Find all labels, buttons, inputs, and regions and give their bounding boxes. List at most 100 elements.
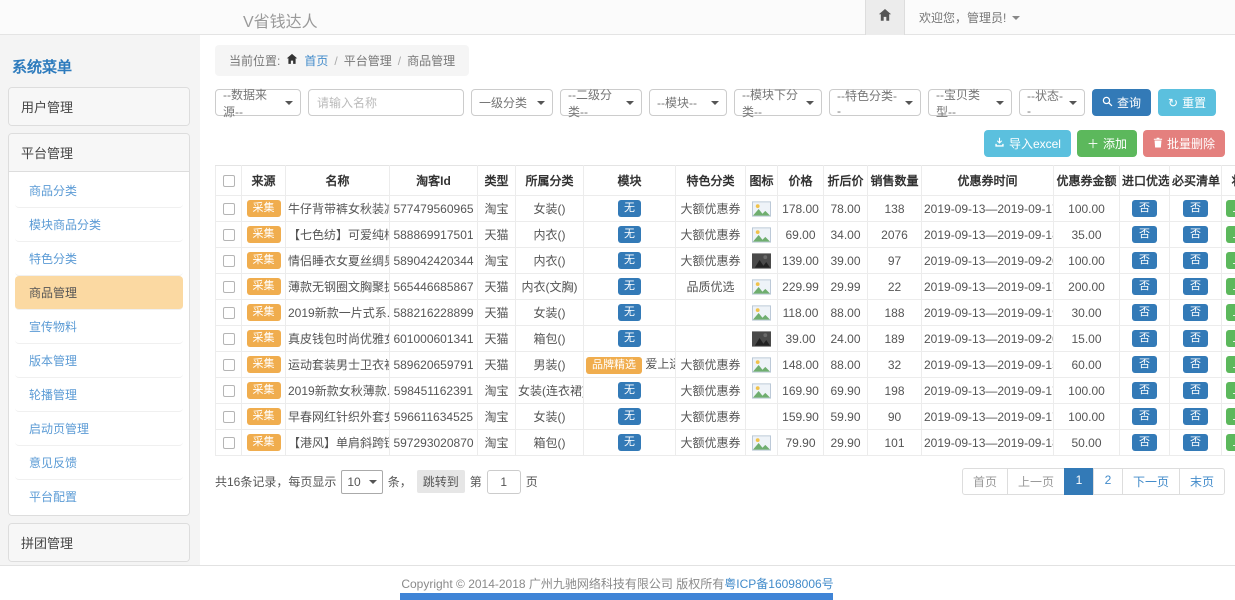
sidebar-item[interactable]: 模块商品分类 [15,208,183,242]
status-toggle[interactable]: 上架 [1226,330,1235,347]
import-select-toggle[interactable]: 否 [1132,200,1157,217]
status-toggle[interactable]: 上架 [1226,226,1235,243]
must-buy-toggle[interactable]: 否 [1183,408,1208,425]
header-right: 欢迎您，管理员! [865,0,1235,35]
jump-page-input[interactable] [487,470,521,494]
sidebar-item[interactable]: 商品分类 [15,174,183,208]
filter-select-8[interactable]: --状态-- [1019,89,1085,116]
sidebar-item[interactable]: 启动页管理 [15,412,183,446]
discount-price: 29.90 [824,430,868,456]
feature-category: 大额优惠券 [676,430,746,456]
sidebar-item-active[interactable]: 商品管理 [15,276,183,310]
page-button-1[interactable]: 1 [1064,468,1094,495]
filter-select-6[interactable]: --特色分类-- [829,89,921,116]
filter-select-value: --特色分类-- [837,87,899,118]
status-toggle[interactable]: 上架 [1226,434,1235,451]
must-buy-toggle[interactable]: 否 [1183,200,1208,217]
batch-delete-button[interactable]: 批量删除 [1143,130,1225,157]
jump-button[interactable]: 跳转到 [417,470,465,493]
page-size-select[interactable]: 10 [341,470,382,494]
row-select-cell [216,326,242,352]
add-button[interactable]: ＋ 添加 [1077,130,1137,157]
status-toggle[interactable]: 上架 [1226,200,1235,217]
module-cell: 无 [584,248,676,274]
import-select-toggle[interactable]: 否 [1132,434,1157,451]
user-menu[interactable]: 欢迎您，管理员! [905,9,1235,26]
row-checkbox[interactable] [223,229,235,241]
page-button-首页[interactable]: 首页 [962,468,1008,495]
row-checkbox[interactable] [223,281,235,293]
status-toggle[interactable]: 上架 [1226,356,1235,373]
status-toggle[interactable]: 上架 [1226,278,1235,295]
filter-select-4[interactable]: --模块-- [649,89,727,116]
filter-select-2[interactable]: 一级分类 [471,89,553,116]
status-toggle[interactable]: 上架 [1226,252,1235,269]
import-select-toggle[interactable]: 否 [1132,252,1157,269]
sidebar-item[interactable]: 轮播管理 [15,378,183,412]
row-checkbox[interactable] [223,411,235,423]
row-checkbox[interactable] [223,333,235,345]
must-buy-toggle[interactable]: 否 [1183,434,1208,451]
page-button-末页[interactable]: 末页 [1179,468,1225,495]
row-checkbox[interactable] [223,307,235,319]
column-header-2: 淘客Id [390,166,478,196]
coupon-amount: 100.00 [1054,378,1120,404]
must-buy-toggle[interactable]: 否 [1183,304,1208,321]
must-buy-toggle[interactable]: 否 [1183,356,1208,373]
column-header-8: 价格 [778,166,824,196]
page-button-下一页[interactable]: 下一页 [1122,468,1180,495]
row-checkbox[interactable] [223,255,235,267]
sidebar-item[interactable]: 意见反馈 [15,446,183,480]
must-buy-toggle[interactable]: 否 [1183,330,1208,347]
import-select-toggle[interactable]: 否 [1132,278,1157,295]
import-select-toggle[interactable]: 否 [1132,330,1157,347]
import-select-toggle[interactable]: 否 [1132,356,1157,373]
table-row: 采集【七色纺】可爱纯棉家...588869917501天猫内衣()无大额优惠券6… [216,222,1235,248]
status-toggle[interactable]: 上架 [1226,382,1235,399]
import-select-toggle[interactable]: 否 [1132,408,1157,425]
filter-select-7[interactable]: --宝贝类型-- [928,89,1012,116]
breadcrumb-home-link[interactable]: 首页 [304,52,328,69]
page-button-2[interactable]: 2 [1093,468,1123,495]
discount-price: 88.00 [824,352,868,378]
filter-select-5[interactable]: --模块下分类-- [734,89,822,116]
must-buy-toggle[interactable]: 否 [1183,382,1208,399]
sidebar-item[interactable]: 版本管理 [15,344,183,378]
row-checkbox[interactable] [223,385,235,397]
filter-select-3[interactable]: --二级分类-- [560,89,642,116]
product-name: 2019新款女秋薄款... [286,378,390,404]
filter-select-0[interactable]: --数据来源-- [215,89,301,116]
sidebar-panel-header-1[interactable]: 平台管理 [9,134,189,171]
reset-button[interactable]: ↻重置 [1158,89,1216,116]
product-thumbnail [752,435,771,449]
module-none-badge: 无 [618,278,641,294]
coupon-time: 2019-09-13—2019-09-18 [922,222,1054,248]
sidebar-panel-header-0[interactable]: 用户管理 [9,88,189,125]
filter-name-input[interactable] [308,89,464,116]
import-select-toggle[interactable]: 否 [1132,382,1157,399]
horizontal-scrollbar-thumb[interactable] [400,593,833,600]
import-select-toggle[interactable]: 否 [1132,226,1157,243]
must-buy-cell: 否 [1170,352,1222,378]
home-button[interactable] [865,0,905,35]
import-excel-button[interactable]: 导入excel [984,130,1071,157]
sidebar-item[interactable]: 特色分类 [15,242,183,276]
row-checkbox[interactable] [223,359,235,371]
sidebar-panel-header-2[interactable]: 拼团管理 [9,524,189,561]
must-buy-toggle[interactable]: 否 [1183,252,1208,269]
select-all-checkbox[interactable] [223,175,235,187]
icp-link[interactable]: 粤ICP备16098006号 [724,575,833,592]
page-button-上一页[interactable]: 上一页 [1007,468,1065,495]
import-select-toggle[interactable]: 否 [1132,304,1157,321]
sidebar-item[interactable]: 平台配置 [15,480,183,513]
product-type: 淘宝 [478,196,516,222]
must-buy-toggle[interactable]: 否 [1183,278,1208,295]
status-toggle[interactable]: 上架 [1226,304,1235,321]
row-checkbox[interactable] [223,203,235,215]
must-buy-toggle[interactable]: 否 [1183,226,1208,243]
search-button[interactable]: 查询 [1092,89,1151,116]
row-checkbox[interactable] [223,437,235,449]
column-header-9: 折后价 [824,166,868,196]
sidebar-item[interactable]: 宣传物料 [15,310,183,344]
status-toggle[interactable]: 上架 [1226,408,1235,425]
